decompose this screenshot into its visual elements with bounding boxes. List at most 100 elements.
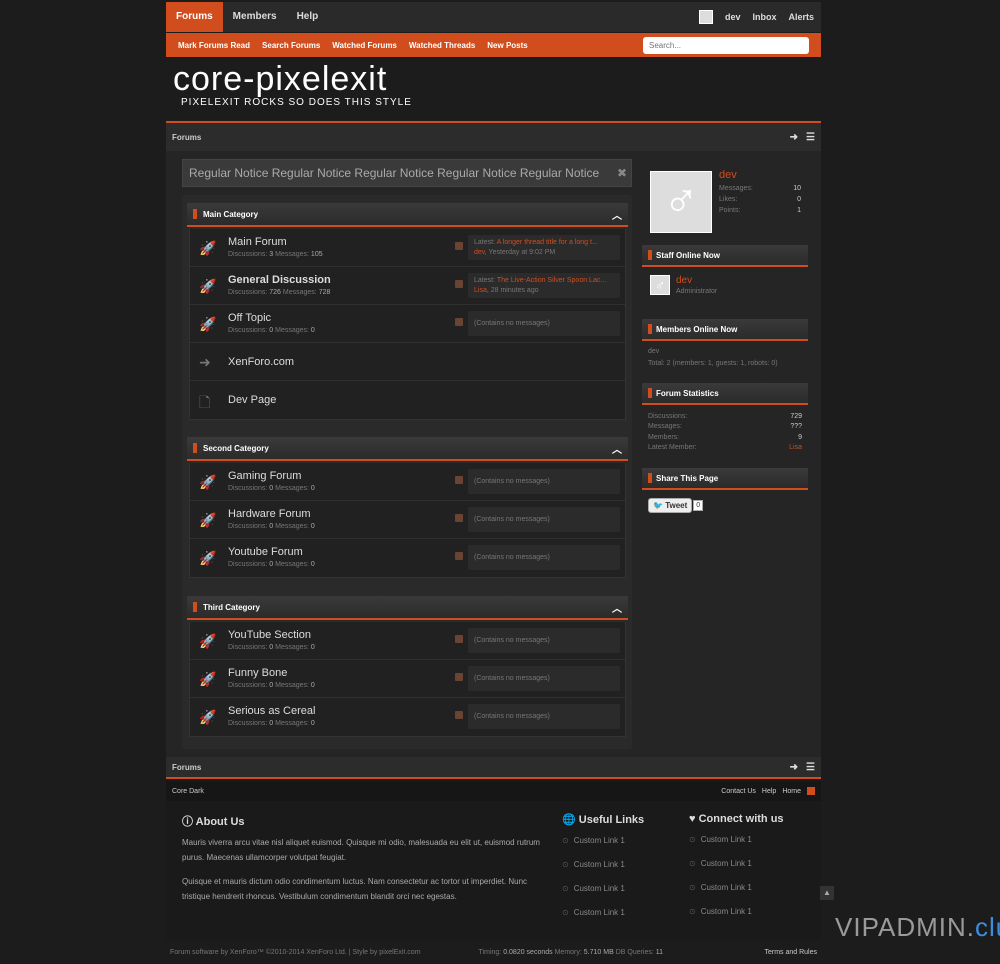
forum-title[interactable]: Dev Page: [228, 394, 276, 406]
visitor-name[interactable]: dev: [719, 169, 737, 181]
help-link[interactable]: Help: [762, 788, 776, 795]
tweet-button[interactable]: 🐦 Tweet: [648, 498, 693, 513]
inbox-link[interactable]: Inbox: [752, 12, 776, 22]
forum-stats: Discussions: 0 Messages: 0: [228, 561, 315, 568]
staff-avatar[interactable]: ♂: [650, 275, 670, 295]
style-chooser[interactable]: Core Dark: [172, 788, 204, 795]
male-avatar-icon[interactable]: ♂: [650, 171, 712, 233]
latest-title[interactable]: The Live-Action Silver Spoon Lac...: [497, 277, 606, 284]
jump-icon[interactable]: ➜: [790, 762, 798, 773]
footer-link[interactable]: ⊙ Custom Link 1: [689, 903, 819, 927]
rss-icon[interactable]: [455, 476, 463, 484]
forum-title[interactable]: Hardware Forum: [228, 508, 311, 520]
account-link[interactable]: dev: [725, 12, 741, 22]
menu-icon[interactable]: ☰: [806, 132, 815, 143]
menu-icon[interactable]: ☰: [806, 762, 815, 773]
rss-icon[interactable]: [455, 552, 463, 560]
page-node[interactable]: 🗋 Dev Page: [190, 381, 625, 419]
forum-title[interactable]: Youtube Forum: [228, 546, 303, 558]
site-logo[interactable]: core-pixelexit PIXELEXIT ROCKS SO DOES T…: [166, 60, 821, 120]
footer-link[interactable]: ⊙ Custom Link 1: [562, 904, 682, 928]
forum-node[interactable]: 🚀 Funny Bone Discussions: 0 Messages: 0 …: [190, 660, 625, 698]
breadcrumb-forums[interactable]: Forums: [172, 133, 201, 142]
mark-forums-read-link[interactable]: Mark Forums Read: [178, 41, 250, 50]
tab-help[interactable]: Help: [287, 2, 329, 32]
home-link[interactable]: Home: [782, 788, 801, 795]
forum-node[interactable]: 🚀 Youtube Forum Discussions: 0 Messages:…: [190, 539, 625, 577]
chevron-up-icon[interactable]: ︿: [612, 600, 622, 615]
rss-icon[interactable]: [455, 673, 463, 681]
latest-title[interactable]: A longer thread title for a long t...: [497, 239, 598, 246]
circle-icon: ⊙: [689, 835, 696, 844]
contact-us-link[interactable]: Contact Us: [721, 788, 756, 795]
breadcrumb-forums[interactable]: Forums: [172, 763, 201, 772]
forum-node[interactable]: 🚀 Hardware Forum Discussions: 0 Messages…: [190, 501, 625, 539]
chevron-up-icon[interactable]: ︿: [612, 441, 622, 456]
category-header[interactable]: Third Category ︿: [187, 596, 628, 620]
forum-title[interactable]: YouTube Section: [228, 629, 311, 641]
footer-link[interactable]: ⊙ Custom Link 1: [689, 855, 819, 879]
watched-forums-link[interactable]: Watched Forums: [332, 41, 397, 50]
forum-title[interactable]: Serious as Cereal: [228, 705, 315, 717]
online-member[interactable]: dev: [648, 348, 802, 355]
search-forums-link[interactable]: Search Forums: [262, 41, 320, 50]
rss-icon[interactable]: [455, 711, 463, 719]
stat-messages: ??? Messages:: [648, 423, 802, 430]
category-header[interactable]: Main Category ︿: [187, 203, 628, 227]
rss-icon[interactable]: [455, 280, 463, 288]
close-icon[interactable]: ✖: [617, 160, 627, 186]
copyright-text[interactable]: Forum software by XenForo™ ©2010-2014 Xe…: [170, 949, 421, 956]
forum-node[interactable]: 🚀 Off Topic Discussions: 0 Messages: 0 (…: [190, 305, 625, 343]
watched-threads-link[interactable]: Watched Threads: [409, 41, 475, 50]
latest-time: Yesterday at 9:02 PM: [488, 249, 556, 256]
search-input[interactable]: [643, 36, 809, 54]
last-post[interactable]: Latest: The Live-Action Silver Spoon Lac…: [468, 273, 620, 298]
forum-title[interactable]: Gaming Forum: [228, 470, 301, 482]
footer-link[interactable]: ⊙ Custom Link 1: [562, 832, 682, 856]
info-icon: ⓘ: [182, 816, 193, 828]
rss-icon[interactable]: [807, 787, 815, 795]
rss-icon[interactable]: [455, 242, 463, 250]
forum-node[interactable]: 🚀 YouTube Section Discussions: 0 Message…: [190, 622, 625, 660]
notice-text: Regular Notice Regular Notice Regular No…: [189, 166, 600, 180]
rss-icon[interactable]: [455, 635, 463, 643]
forum-stats: Discussions: 0 Messages: 0: [228, 523, 315, 530]
last-post[interactable]: Latest: A longer thread title for a long…: [468, 235, 620, 260]
forum-node[interactable]: 🚀 General Discussion Discussions: 726 Me…: [190, 267, 625, 305]
rss-icon[interactable]: [455, 318, 463, 326]
chevron-up-icon[interactable]: ︿: [612, 207, 622, 222]
forum-title[interactable]: XenForo.com: [228, 356, 294, 368]
alerts-link[interactable]: Alerts: [788, 12, 814, 22]
staff-name[interactable]: dev: [676, 275, 830, 286]
footer-link[interactable]: ⊙ Custom Link 1: [689, 879, 819, 903]
forum-title[interactable]: Off Topic: [228, 312, 271, 324]
forum-title[interactable]: General Discussion: [228, 274, 331, 286]
forum-title[interactable]: Funny Bone: [228, 667, 287, 679]
footer-link[interactable]: ⊙ Custom Link 1: [689, 831, 819, 855]
scroll-top-icon[interactable]: ▲: [820, 886, 834, 900]
tab-forums[interactable]: Forums: [166, 2, 223, 32]
category-header[interactable]: Second Category ︿: [187, 437, 628, 461]
footer-link[interactable]: ⊙ Custom Link 1: [562, 856, 682, 880]
forum-node[interactable]: 🚀 Gaming Forum Discussions: 0 Messages: …: [190, 463, 625, 501]
forum-node[interactable]: 🚀 Main Forum Discussions: 3 Messages: 10…: [190, 229, 625, 267]
new-posts-link[interactable]: New Posts: [487, 41, 527, 50]
logo-name: core-pixelexit: [173, 60, 388, 98]
terms-link[interactable]: Terms and Rules: [764, 949, 817, 956]
jump-icon[interactable]: ➜: [790, 132, 798, 143]
user-avatar[interactable]: [698, 10, 713, 24]
latest-user[interactable]: Lisa: [474, 287, 487, 294]
rss-icon[interactable]: [455, 514, 463, 522]
latest-member-link[interactable]: Lisa: [789, 444, 802, 451]
forum-title[interactable]: Main Forum: [228, 236, 287, 248]
forum-stats: Discussions: 0 Messages: 0: [228, 485, 315, 492]
msg-label: Messages:: [275, 561, 309, 568]
disc-count: 726: [269, 289, 281, 296]
breadcrumb: Forums ➜ ☰: [166, 123, 821, 151]
footer-link[interactable]: ⊙ Custom Link 1: [562, 880, 682, 904]
forum-node[interactable]: 🚀 Serious as Cereal Discussions: 0 Messa…: [190, 698, 625, 736]
tab-members[interactable]: Members: [223, 2, 287, 32]
link-node[interactable]: ➜ XenForo.com: [190, 343, 625, 381]
msg-label: Messages:: [275, 251, 309, 258]
latest-user[interactable]: dev: [474, 249, 485, 256]
